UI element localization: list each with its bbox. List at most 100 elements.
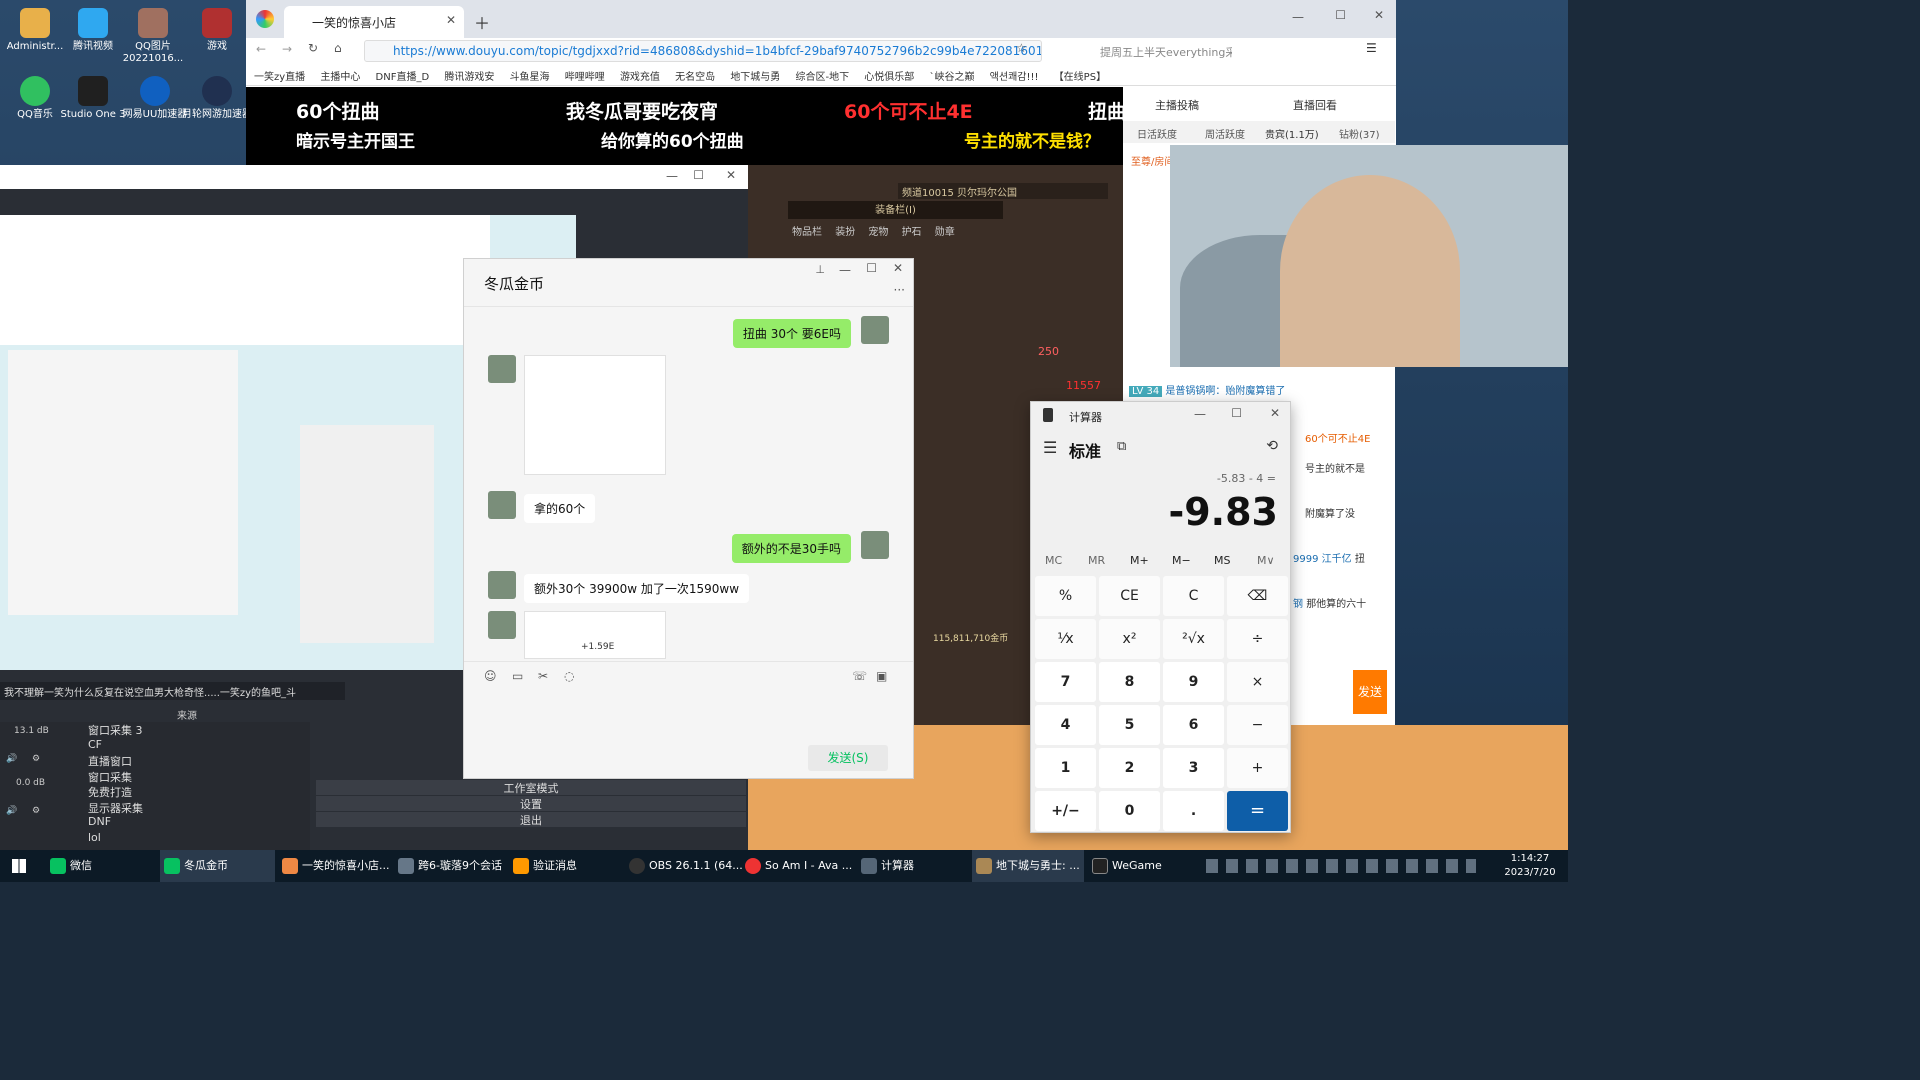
reload-icon[interactable]: ↻ [308,41,318,55]
bookmark-item[interactable]: 액션쾌감!!! [990,72,1039,83]
bookmark-item[interactable]: 斗鱼星海 [510,72,550,83]
memory-store-button[interactable]: MS [1214,554,1230,567]
taskbar-item-session[interactable]: 跨6-璇落9个会话 [394,850,506,882]
close-icon[interactable]: ✕ [446,13,456,27]
chat-history-icon[interactable]: ◌ [564,669,574,683]
sqrt-button[interactable]: ²√x [1163,619,1224,659]
maximize-icon[interactable]: ☐ [693,168,704,182]
phone-icon[interactable]: ☏ [852,669,867,683]
minimize-icon[interactable]: — [1292,10,1304,24]
memory-subtract-button[interactable]: M− [1172,554,1191,567]
message-input[interactable] [464,693,913,745]
tab-vip[interactable]: 贵宾(1.1万) [1265,126,1319,141]
tab-douyu[interactable]: 一笑的惊喜小店 ✕ [284,6,464,38]
source-item[interactable]: 窗口采集 [64,769,310,785]
volume-icon[interactable]: 🔊 [6,754,17,764]
history-icon[interactable]: ⟲ [1266,438,1278,454]
maximize-icon[interactable]: ☐ [1335,8,1346,22]
minimize-icon[interactable]: — [839,263,851,277]
digit-5-button[interactable]: 5 [1099,705,1160,745]
tab-avatar[interactable]: 装扮 [835,227,855,238]
digit-4-button[interactable]: 4 [1035,705,1096,745]
folder-icon[interactable]: ▭ [512,669,523,683]
minimize-icon[interactable]: — [1194,407,1206,421]
memory-add-button[interactable]: M+ [1130,554,1149,567]
tab-medal[interactable]: 勋章 [935,227,955,238]
gear-icon[interactable]: ⚙ [32,754,40,764]
bookmark-item[interactable]: 综合区-地下 [796,72,850,83]
desktop-icon-qq-image[interactable]: QQ图片20221016... [118,8,188,65]
close-icon[interactable]: ✕ [1270,406,1280,420]
divide-button[interactable]: ÷ [1227,619,1288,659]
video-submit-link[interactable]: 主播投稿 [1155,97,1199,113]
desktop-icon-uu[interactable]: 网易UU加速器 [120,76,190,121]
close-icon[interactable]: ✕ [726,168,736,182]
desktop-icon-games[interactable]: 游戏 [182,8,252,53]
close-icon[interactable]: ✕ [893,261,903,275]
clear-button[interactable]: C [1163,576,1224,616]
studio-mode-button[interactable]: 工作室模式 [316,780,746,795]
tab-pet[interactable]: 宠物 [868,227,888,238]
bookmark-item[interactable]: 无名空岛 [675,72,715,83]
digit-1-button[interactable]: 1 [1035,748,1096,788]
memory-clear-button[interactable]: MC [1045,554,1062,567]
taskbar-item-calculator[interactable]: 计算器 [857,850,969,882]
hamburger-menu-icon[interactable]: ☰ [1043,438,1057,457]
digit-2-button[interactable]: 2 [1099,748,1160,788]
avatar[interactable] [488,571,516,599]
avatar[interactable] [861,316,889,344]
bookmark-item[interactable]: DNF直播_D [376,72,430,83]
maximize-icon[interactable]: ☐ [1231,406,1242,420]
screenshot-image[interactable] [524,355,666,475]
volume-icon[interactable]: 🔊 [6,806,17,816]
decimal-button[interactable]: . [1163,791,1224,831]
tab-fans[interactable]: 钻粉(37) [1339,126,1380,141]
source-item[interactable]: lol [64,831,310,847]
back-icon[interactable]: ← [256,42,266,56]
home-icon[interactable]: ⌂ [334,41,342,55]
url-input[interactable]: https://www.douyu.com/topic/tgdjxxd?rid=… [364,40,1042,62]
digit-9-button[interactable]: 9 [1163,662,1224,702]
search-input[interactable]: 提周五上半天everything采购 [1082,40,1232,62]
settings-button[interactable]: 设置 [316,796,746,811]
subtract-button[interactable]: − [1227,705,1288,745]
bookmark-item[interactable]: 【在线PS】 [1054,72,1106,83]
multiply-button[interactable]: × [1227,662,1288,702]
minimize-icon[interactable]: — [666,169,678,183]
source-item[interactable]: 免费打造 [64,784,310,800]
negate-button[interactable]: +/− [1035,791,1096,831]
tab-weekly[interactable]: 周活跃度 [1205,126,1245,141]
avatar[interactable] [488,491,516,519]
memory-recall-button[interactable]: MR [1088,554,1105,567]
backspace-button[interactable]: ⌫ [1227,576,1288,616]
digit-7-button[interactable]: 7 [1035,662,1096,702]
new-tab-button[interactable]: ＋ [474,10,490,34]
menu-icon[interactable]: ☰ [1366,41,1377,55]
reciprocal-button[interactable]: ¹⁄x [1035,619,1096,659]
source-item[interactable]: DNF [64,815,310,831]
taskbar-item-wechat-chat[interactable]: 冬瓜金币 [160,850,275,882]
source-item[interactable]: CF [64,738,310,754]
desktop-icon-studio-one[interactable]: Studio One 3 [58,76,128,121]
windows-start-icon[interactable] [12,859,26,873]
taskbar-item-verification[interactable]: 验证消息 [509,850,621,882]
bookmark-item[interactable]: 游戏充值 [620,72,660,83]
avatar[interactable] [488,611,516,639]
bookmark-item[interactable]: 一笑zy直播 [254,72,305,83]
square-button[interactable]: x² [1099,619,1160,659]
taskbar-item-obs[interactable]: OBS 26.1.1 (64... [625,850,743,882]
system-tray-icons[interactable] [1206,859,1476,873]
clear-entry-button[interactable]: CE [1099,576,1160,616]
exit-button[interactable]: 退出 [316,812,746,827]
add-button[interactable]: + [1227,748,1288,788]
emoji-icon[interactable]: ☺ [484,669,497,683]
bookmark-item[interactable]: 哔哩哔哩 [565,72,605,83]
maximize-icon[interactable]: ☐ [866,261,877,275]
pin-icon[interactable]: ⊥ [815,263,825,276]
replay-link[interactable]: 直播回看 [1293,97,1337,113]
taskbar-item-wechat[interactable]: 微信 [46,850,156,882]
send-button[interactable]: 发送(S) [808,745,888,771]
bookmark-item[interactable]: 心悦俱乐部 [864,72,914,83]
digit-6-button[interactable]: 6 [1163,705,1224,745]
taskbar-item-wegame[interactable]: WeGame [1088,850,1200,882]
